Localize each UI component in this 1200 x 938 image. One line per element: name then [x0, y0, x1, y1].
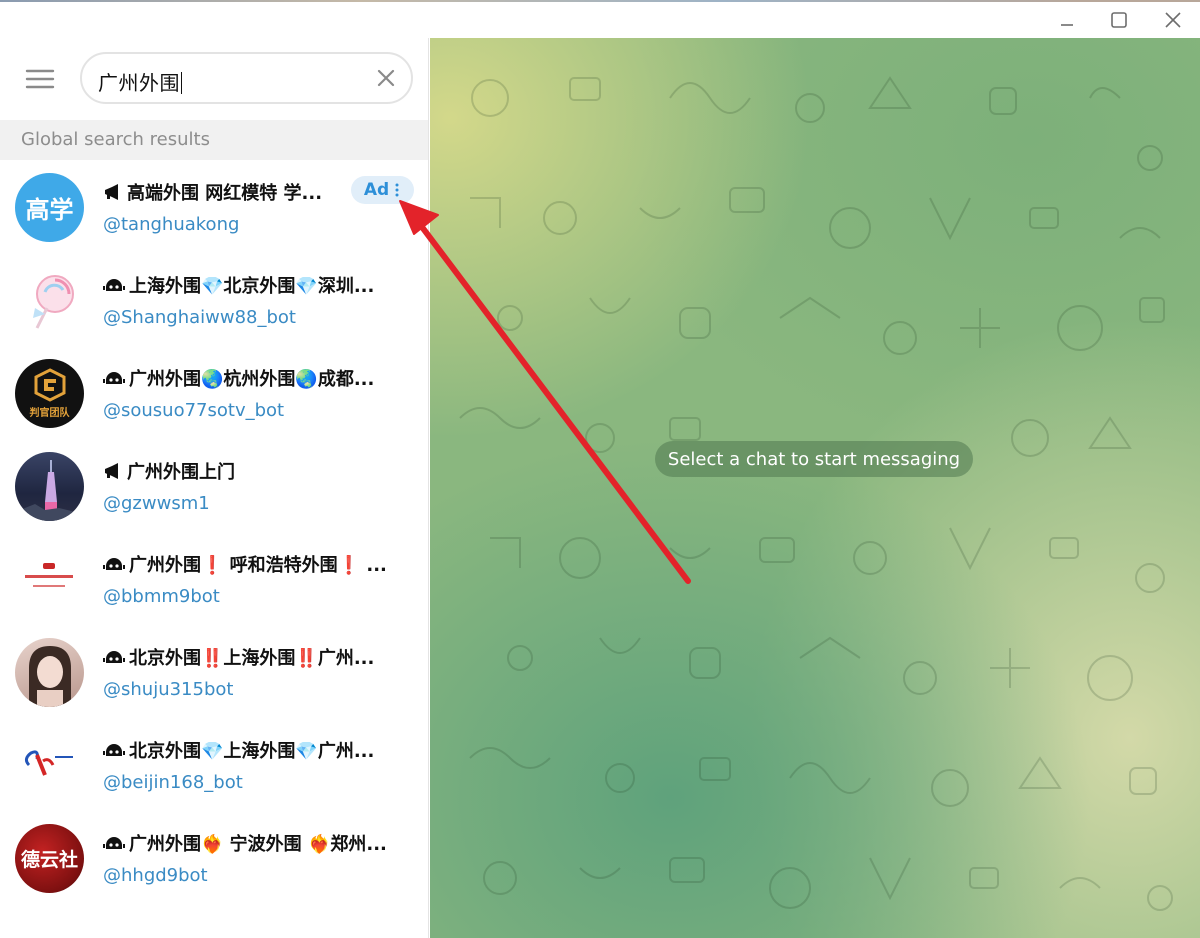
result-title: 广州外围🌏杭州外围🌏成都... — [129, 369, 375, 390]
chat-area: Select a chat to start messaging — [430, 38, 1200, 938]
result-title: 广州外围❤️‍🔥 宁波外围 ❤️‍🔥郑州... — [129, 834, 387, 855]
result-handle: @hhgd9bot — [103, 865, 208, 886]
result-handle: @shuju315bot — [103, 679, 234, 700]
search-result-row[interactable]: 广州外围上门 @gzwwsm1 — [0, 441, 428, 534]
hamburger-icon — [25, 69, 55, 89]
search-result-row[interactable]: 高学 高端外围 网红模特 学... @tanghuakong Ad — [0, 162, 428, 255]
search-result-row[interactable]: 德云社 广州外围❤️‍🔥 宁波外围 ❤️‍🔥郑州... @hhgd9bot — [0, 813, 428, 906]
result-title: 上海外围💎北京外围💎深圳... — [129, 276, 375, 297]
search-results-list: 高学 高端外围 网红模特 学... @tanghuakong Ad 上海外围💎北… — [0, 162, 428, 906]
bot-icon — [103, 837, 125, 849]
avatar — [15, 731, 84, 800]
tower-avatar-icon — [15, 460, 84, 521]
maximize-button[interactable] — [1104, 6, 1134, 34]
titlebar-strip — [0, 0, 1200, 2]
search-result-row[interactable]: 北京外围‼️上海外围‼️广州... @shuju315bot — [0, 627, 428, 720]
search-query: 广州外围 — [98, 71, 180, 95]
result-handle: @beijin168_bot — [103, 772, 243, 793]
main-menu-button[interactable] — [22, 66, 58, 92]
window-titlebar — [0, 0, 1200, 38]
sidebar: 广州外围 Global search results 高学 高端外围 网红模特 … — [0, 38, 429, 938]
search-result-row[interactable]: 判官团队 广州外围🌏杭州外围🌏成都... @sousuo77sotv_bot — [0, 348, 428, 441]
search-result-row[interactable]: 上海外围💎北京外围💎深圳... @Shanghaiww88_bot — [0, 255, 428, 348]
result-handle: @tanghuakong — [103, 214, 240, 235]
result-title: 高端外围 网红模特 学... — [127, 183, 323, 204]
empty-chat-text: Select a chat to start messaging — [667, 448, 961, 470]
shield-logo-icon — [34, 368, 65, 402]
minimize-icon — [1061, 24, 1073, 26]
maximize-icon — [1111, 12, 1127, 28]
result-title: 北京外围💎上海外围💎广州... — [129, 741, 375, 762]
avatar-text: 德云社 — [20, 849, 78, 871]
minimize-button[interactable] — [1052, 6, 1082, 34]
lollipop-avatar-icon — [33, 275, 74, 329]
avatar — [15, 452, 84, 521]
bot-icon — [103, 279, 125, 291]
result-title: 广州外围上门 — [127, 462, 235, 483]
section-header: Global search results — [0, 120, 428, 160]
avatar-text: 高学 — [25, 196, 74, 224]
more-vertical-icon — [395, 183, 399, 197]
brush-logo-avatar-icon — [24, 750, 73, 776]
result-title: 广州外围❗ 呼和浩特外围❗ ... — [129, 555, 387, 576]
channel-icon — [105, 184, 118, 200]
search-result-row[interactable]: 广州外围❗ 呼和浩特外围❗ ... @bbmm9bot — [0, 534, 428, 627]
result-handle: @bbmm9bot — [103, 586, 220, 607]
result-handle: @sousuo77sotv_bot — [103, 400, 285, 421]
result-handle: @Shanghaiww88_bot — [103, 307, 296, 328]
doodle-pattern — [459, 76, 1173, 911]
channel-icon — [105, 463, 118, 479]
avatar — [15, 638, 84, 707]
avatar: 判官团队 — [15, 359, 84, 428]
close-icon — [1165, 12, 1181, 28]
ad-badge[interactable]: Ad — [351, 176, 414, 204]
bot-icon — [103, 651, 125, 663]
text-logo-avatar-icon — [25, 563, 73, 587]
result-handle: @gzwwsm1 — [103, 493, 210, 514]
close-window-button[interactable] — [1158, 6, 1188, 34]
clear-search-icon[interactable] — [375, 67, 397, 89]
bot-icon — [103, 372, 125, 384]
avatar: 高学 — [15, 173, 84, 242]
bot-icon — [103, 744, 125, 756]
avatar: 德云社 — [15, 824, 84, 893]
portrait-avatar-icon — [29, 646, 71, 707]
avatar — [15, 545, 84, 614]
empty-chat-message: Select a chat to start messaging — [655, 441, 973, 477]
avatar — [15, 266, 84, 335]
search-result-row[interactable]: 北京外围💎上海外围💎广州... @beijin168_bot — [0, 720, 428, 813]
result-title: 北京外围‼️上海外围‼️广州... — [129, 648, 375, 669]
bot-icon — [103, 558, 125, 570]
ad-label: Ad — [363, 180, 390, 200]
section-title: Global search results — [21, 129, 210, 150]
avatar-text: 判官团队 — [29, 408, 70, 419]
text-caret — [181, 72, 182, 94]
search-input[interactable]: 广州外围 — [80, 52, 413, 104]
